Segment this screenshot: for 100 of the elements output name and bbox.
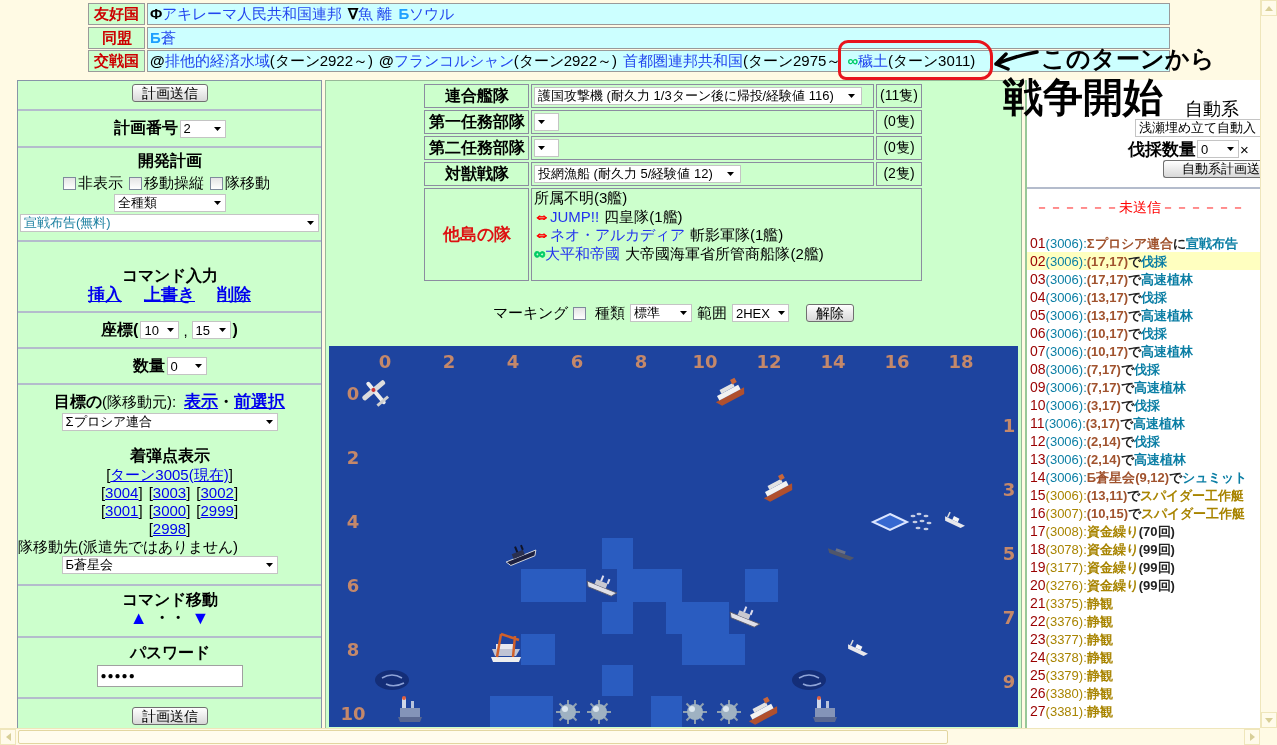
move-down-button[interactable]: ▼ [191, 609, 210, 627]
plan-entry[interactable]: 17(3008):資金繰り(70回) [1027, 522, 1260, 540]
send-plan-button[interactable]: 計画送信 [131, 84, 208, 102]
plan-entry[interactable]: 19(3177):資金繰り(99回) [1027, 558, 1260, 576]
nation-link[interactable]: フランコルシャン [393, 52, 514, 69]
nation-link[interactable]: アキレーマ人民共和国連邦 [162, 5, 343, 22]
x-coordinate-select[interactable]: 10 [140, 321, 180, 339]
previous-selection-link[interactable]: 前選択 [234, 392, 286, 412]
turn-link[interactable]: 3003 [152, 484, 187, 501]
horizontal-scrollbar[interactable] [0, 728, 1260, 745]
plan-entry[interactable]: 11(3006):(3,17)で高速植林 [1027, 414, 1260, 432]
clear-button[interactable]: 解除 [806, 304, 854, 322]
plan-entry[interactable]: 09(3006):(7,17)で高速植林 [1027, 378, 1260, 396]
plan-entry[interactable]: 25(3379):静観 [1027, 666, 1260, 684]
unit-select[interactable]: 投網漁船 (耐久力 5/経験値 12) [534, 165, 741, 183]
unit-select[interactable] [534, 139, 559, 157]
plan-entry[interactable]: 24(3378):静観 [1027, 648, 1260, 666]
nation-mark: Φ [150, 5, 163, 22]
plan-entry[interactable]: 18(3078):資金繰り(99回) [1027, 540, 1260, 558]
caret-icon [680, 311, 687, 315]
scroll-left-button[interactable] [0, 729, 16, 745]
plan-entry[interactable]: 03(3006):(17,17)で高速植林 [1027, 270, 1260, 288]
nation-mark: Б [150, 28, 161, 46]
nation-link[interactable]: ソウル [409, 5, 455, 22]
plan-entry[interactable]: 12(3006):(2,14)で伐採 [1027, 432, 1260, 450]
command-action-link[interactable]: 上書き [144, 285, 195, 305]
turn-link[interactable]: 3000 [152, 502, 187, 519]
plan-entry[interactable]: 14(3006):Б蒼星会(9,12)でシュミット [1027, 468, 1260, 486]
nation-link[interactable]: 穢土 [858, 52, 889, 69]
bracket-text: [ [100, 502, 106, 519]
fleet-name: 斬影軍隊(1艦) [690, 226, 784, 243]
command-action-link[interactable]: 挿入 [88, 285, 122, 305]
plan-entry[interactable]: 08(3006):(7,17)で伐採 [1027, 360, 1260, 378]
plan-entry[interactable]: 26(3380):静観 [1027, 684, 1260, 702]
plan-entry[interactable]: 16(3007):(10,15)でスパイダー工作艇 [1027, 504, 1260, 522]
scrollbar-thumb[interactable] [18, 730, 948, 744]
auto-mode-select[interactable]: 浅瀬埋め立て自動入 [1135, 119, 1260, 137]
felling-quantity-select[interactable]: 0 [1197, 140, 1239, 158]
ship-icon [715, 377, 745, 406]
shallow-water-tile [651, 696, 682, 727]
unit-select[interactable] [534, 113, 559, 131]
plan-entry[interactable]: 01(3006):Σプロシア連合に宣戦布告 [1027, 234, 1260, 252]
unit-select[interactable]: 護国攻撃機 (耐久力 1/3ターン後に帰投/経験値 116) [534, 87, 862, 105]
plan-entry[interactable]: 15(3006):(13,11)でスパイダー工作艇 [1027, 486, 1260, 504]
island-link[interactable]: JUMP!! [550, 207, 600, 225]
marking-range-select[interactable]: 2HEX [732, 304, 789, 322]
marking-checkbox[interactable] [573, 306, 586, 320]
island-link[interactable]: ネオ・アルカディア [550, 226, 685, 243]
plan-entry[interactable]: 13(3006):(2,14)で高速植林 [1027, 450, 1260, 468]
nation-link[interactable]: 排他的経済水域 [164, 52, 270, 69]
plan-entry[interactable]: 20(3276):資金繰り(99回) [1027, 576, 1260, 594]
plan-entry[interactable]: 06(3006):(10,17)で伐採 [1027, 324, 1260, 342]
plan-entry[interactable]: 27(3381):静観 [1027, 702, 1260, 720]
nation-link[interactable]: 魚 離 [358, 5, 393, 22]
shallow-water-tile [521, 569, 586, 602]
turn-note: (ターン2975～ [743, 52, 842, 69]
quantity-select[interactable]: 0 [166, 357, 207, 375]
fleet-label: 第二任務部隊 [424, 136, 529, 160]
triangle-left-icon [5, 733, 11, 741]
move-up-button[interactable]: ▲ [129, 609, 148, 627]
scroll-up-button[interactable] [1261, 0, 1277, 16]
y-coordinate-select[interactable]: 15 [191, 321, 231, 339]
island-link[interactable]: 大平和帝國 [545, 244, 621, 262]
plan-entry[interactable]: 05(3006):(13,17)で高速植林 [1027, 306, 1260, 324]
category-select[interactable]: 全種類 [113, 194, 226, 212]
marking-label: マーキング [493, 303, 568, 323]
plan-entry[interactable]: 21(3375):静観 [1027, 594, 1260, 612]
whirlpool-icon [375, 670, 409, 690]
password-field[interactable]: ●●●●● [96, 665, 243, 687]
sea-mine-icon [716, 699, 742, 725]
grid-label: 6 [570, 351, 584, 372]
plan-entry[interactable]: 04(3006):(13,17)で伐採 [1027, 288, 1260, 306]
send-auto-plan-button[interactable]: 自動系計画送 [1163, 160, 1260, 178]
plan-entry[interactable]: 07(3006):(10,17)で高速植林 [1027, 342, 1260, 360]
plan-entry[interactable]: 22(3376):静観 [1027, 612, 1260, 630]
field-note: (隊移動元): [101, 392, 177, 412]
marking-type-select[interactable]: 標準 [630, 304, 692, 322]
turn-link[interactable]: 2998 [152, 520, 187, 537]
scroll-down-button[interactable] [1261, 712, 1277, 728]
checkbox[interactable] [63, 176, 76, 190]
checkbox[interactable] [129, 176, 142, 190]
turn-note: (ターン2922～) [513, 52, 617, 69]
plan-number-select[interactable]: 2 [179, 119, 226, 138]
plan-entry[interactable]: 02(3006):(17,17)で伐採 [1027, 252, 1260, 270]
send-plan-button[interactable]: 計画送信 [131, 707, 208, 725]
checkbox[interactable] [210, 176, 223, 190]
scroll-right-button[interactable] [1244, 729, 1260, 745]
destination-select[interactable]: Б蒼星会 [61, 556, 278, 574]
show-link[interactable]: 表示 [184, 392, 219, 412]
vertical-scrollbar[interactable] [1260, 0, 1277, 728]
command-action-link[interactable]: 削除 [217, 285, 251, 305]
plan-entry[interactable]: 10(3006):(3,17)で伐採 [1027, 396, 1260, 414]
plan-entry[interactable]: 23(3377):静観 [1027, 630, 1260, 648]
grid-label: 9 [1002, 671, 1016, 692]
turn-link[interactable]: ターン3005(現在) [110, 466, 229, 483]
command-select[interactable]: 宣戦布告(無料) [20, 214, 319, 232]
nation-link[interactable]: 首都圏連邦共和国 [623, 52, 743, 69]
target-select[interactable]: Σプロシア連合 [61, 413, 278, 431]
nation-link[interactable]: 蒼 [160, 28, 176, 46]
section-title: 開発計画 [137, 151, 202, 171]
